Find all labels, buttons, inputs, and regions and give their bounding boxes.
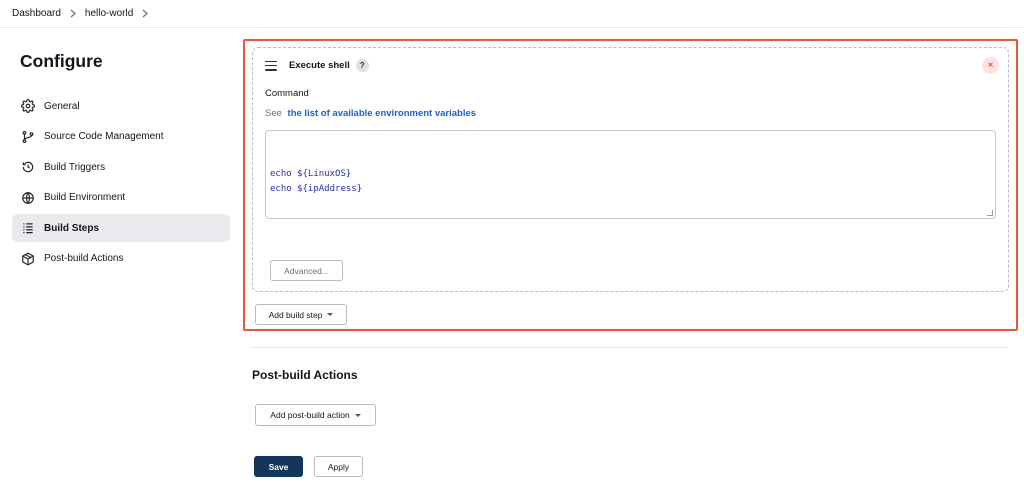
sidebar-item-general[interactable]: General (12, 92, 230, 120)
gear-icon (21, 99, 35, 113)
help-icon[interactable]: ? (355, 59, 369, 72)
command-textarea[interactable]: echo ${LinuxOS} echo ${ipAddress} (265, 130, 996, 219)
sidebar-item-label: Source Code Management (44, 131, 164, 142)
advanced-button[interactable]: Advanced... (270, 260, 343, 281)
sidebar-item-label: Build Environment (44, 192, 126, 203)
env-vars-hint: See the list of available environment va… (265, 108, 476, 119)
breadcrumb-hello-world[interactable]: hello-world (85, 8, 133, 19)
sidebar-item-label: General (44, 100, 80, 112)
apply-button[interactable]: Apply (314, 456, 363, 477)
breadcrumb-dashboard[interactable]: Dashboard (12, 8, 61, 19)
sidebar-item-label: Post-build Actions (44, 253, 124, 264)
save-button[interactable]: Save (254, 456, 303, 477)
add-post-build-action-button[interactable]: Add post-build action (255, 404, 376, 426)
add-build-step-button[interactable]: Add build step (255, 304, 347, 325)
globe-icon (21, 191, 35, 205)
drag-handle-icon[interactable] (265, 60, 277, 71)
post-build-title: Post-build Actions (252, 368, 358, 382)
page-title: Configure (20, 51, 103, 71)
sidebar: General Source Code Management Build Tri… (12, 92, 230, 275)
sidebar-item-build-environment[interactable]: Build Environment (12, 184, 230, 212)
sidebar-item-source-code-management[interactable]: Source Code Management (12, 123, 230, 151)
execute-shell-step: Execute shell ? × Command See the list o… (252, 47, 1009, 292)
add-post-build-label: Add post-build action (270, 410, 350, 420)
package-icon (21, 251, 35, 266)
chevron-right-icon[interactable] (142, 9, 149, 18)
close-icon[interactable]: × (982, 57, 999, 74)
list-icon (21, 221, 35, 235)
sidebar-item-build-steps[interactable]: Build Steps (12, 214, 230, 242)
caret-down-icon (354, 413, 361, 417)
caret-down-icon (327, 313, 334, 316)
command-label: Command (265, 88, 309, 99)
command-value: echo ${LinuxOS} echo ${ipAddress} (270, 169, 363, 194)
branch-icon (21, 130, 35, 144)
step-title: Execute shell (289, 60, 350, 71)
breadcrumb: Dashboard hello-world (0, 0, 1024, 28)
sidebar-item-label: Build Triggers (44, 161, 106, 173)
env-vars-link[interactable]: the list of available environment variab… (288, 108, 476, 119)
see-prefix: See (265, 108, 282, 119)
sidebar-item-post-build-actions[interactable]: Post-build Actions (12, 245, 230, 273)
clock-icon (21, 160, 35, 174)
sidebar-item-label: Build Steps (44, 222, 100, 234)
section-divider (252, 347, 1008, 348)
sidebar-item-build-triggers[interactable]: Build Triggers (12, 153, 230, 181)
step-header: Execute shell ? (265, 59, 369, 72)
add-build-step-label: Add build step (268, 309, 323, 320)
chevron-right-icon (70, 9, 76, 18)
resize-handle-icon[interactable] (987, 210, 993, 216)
